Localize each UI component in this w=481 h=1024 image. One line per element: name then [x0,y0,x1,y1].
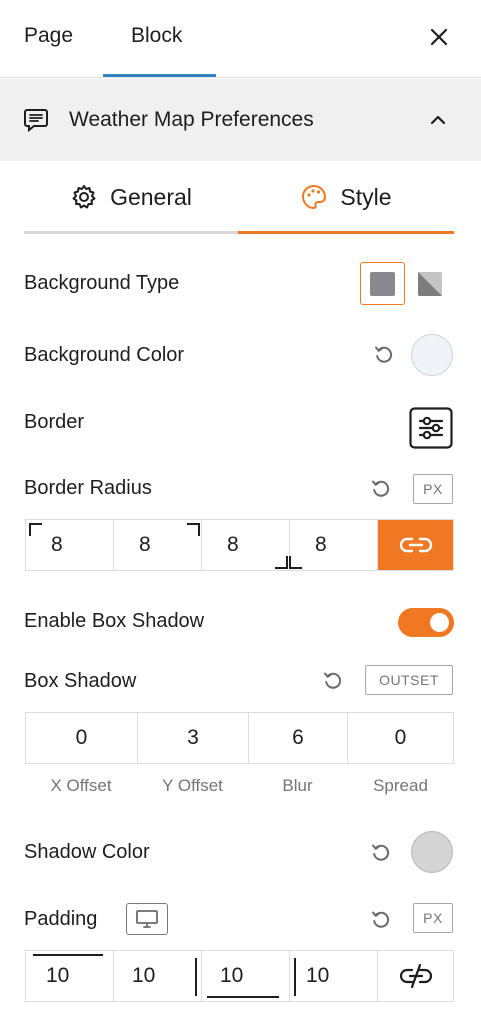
solid-fill-icon [370,272,395,296]
border-label: Border [24,411,85,433]
radius-bottom-right-input[interactable]: 8 [202,520,290,570]
y-offset-input[interactable]: 3 [138,713,249,763]
link-icon [399,537,432,553]
padding-top-input[interactable]: 10 [26,951,114,1001]
block-panel-header[interactable]: Weather Map Preferences [0,79,481,161]
padding-inputs: 10 10 10 10 [25,950,454,1002]
background-color-label: Background Color [24,344,185,366]
unit-selector[interactable]: PX [413,903,453,933]
radius-value: 8 [315,533,327,556]
gear-icon [72,185,96,209]
radius-value: 8 [51,533,63,556]
tab-general-label: General [110,183,192,210]
shadow-color-label: Shadow Color [24,841,150,863]
side-right-indicator [195,958,197,996]
radius-top-right-input[interactable]: 8 [114,520,202,570]
corner-top-left-icon [29,523,42,536]
radius-value: 8 [227,533,239,556]
desktop-icon [136,910,158,928]
side-left-indicator [294,958,296,996]
radius-value: 8 [139,533,151,556]
blur-input[interactable]: 6 [249,713,348,763]
tab-page[interactable]: Page [24,24,73,48]
x-offset-label: X Offset [50,776,112,795]
tab-style-label: Style [340,183,392,210]
radius-bottom-left-input[interactable]: 8 [289,520,378,570]
background-type-solid-button[interactable] [360,262,405,305]
tab-block[interactable]: Block [131,24,182,48]
shadow-color-swatch[interactable] [411,831,453,873]
corner-bottom-right-icon [275,556,288,569]
padding-label: Padding [24,908,98,930]
inspector-tabs: General Style [24,162,454,235]
y-offset-label: Y Offset [162,776,223,795]
background-color-swatch[interactable] [411,334,453,376]
box-shadow-inputs: 0 3 6 0 [25,712,454,764]
panel-title: Weather Map Preferences [69,108,314,131]
reset-icon[interactable] [370,478,392,500]
reset-icon[interactable] [370,909,392,931]
link-values-button[interactable] [378,951,453,1001]
side-bottom-indicator [207,996,279,998]
corner-top-right-icon [187,523,200,536]
shadow-mode-selector[interactable]: OUTSET [365,665,453,695]
palette-icon [302,184,327,210]
padding-value: 10 [220,964,244,987]
blur-label: Blur [282,776,313,795]
unit-selector[interactable]: PX [413,474,453,504]
active-tab-indicator [103,74,216,77]
radius-top-left-input[interactable]: 8 [26,520,114,570]
reset-icon[interactable] [322,670,344,692]
chevron-up-icon[interactable] [428,110,448,130]
padding-left-input[interactable]: 10 [290,951,378,1001]
gradient-fill-icon[interactable] [416,270,444,298]
padding-value: 10 [132,964,156,987]
x-offset-input[interactable]: 0 [26,713,138,763]
active-style-tab-indicator [238,231,454,234]
responsive-device-button[interactable] [126,903,168,935]
reset-icon[interactable] [373,344,395,366]
box-shadow-toggle[interactable] [398,608,454,637]
border-radius-inputs: 8 8 8 8 [25,519,454,571]
link-values-button[interactable] [378,520,453,570]
tab-divider [24,231,238,234]
spread-label: Spread [373,776,428,795]
close-icon[interactable] [426,24,452,50]
toggle-knob [430,613,449,632]
block-message-icon [24,109,48,133]
sidebar-tabs: Page Block [0,0,481,78]
box-shadow-label: Box Shadow [24,670,137,692]
tab-style[interactable]: Style [238,162,454,232]
background-type-label: Background Type [24,272,180,294]
tab-general[interactable]: General [24,162,238,232]
padding-right-input[interactable]: 10 [114,951,202,1001]
unlink-icon [399,963,432,989]
border-settings-icon[interactable] [409,407,453,449]
side-top-indicator [33,954,103,956]
padding-value: 10 [306,964,330,987]
padding-value: 10 [46,964,70,987]
spread-input[interactable]: 0 [348,713,453,763]
reset-icon[interactable] [370,842,392,864]
corner-bottom-left-icon [289,556,302,569]
border-radius-label: Border Radius [24,477,152,499]
padding-bottom-input[interactable]: 10 [202,951,290,1001]
enable-box-shadow-label: Enable Box Shadow [24,610,205,632]
